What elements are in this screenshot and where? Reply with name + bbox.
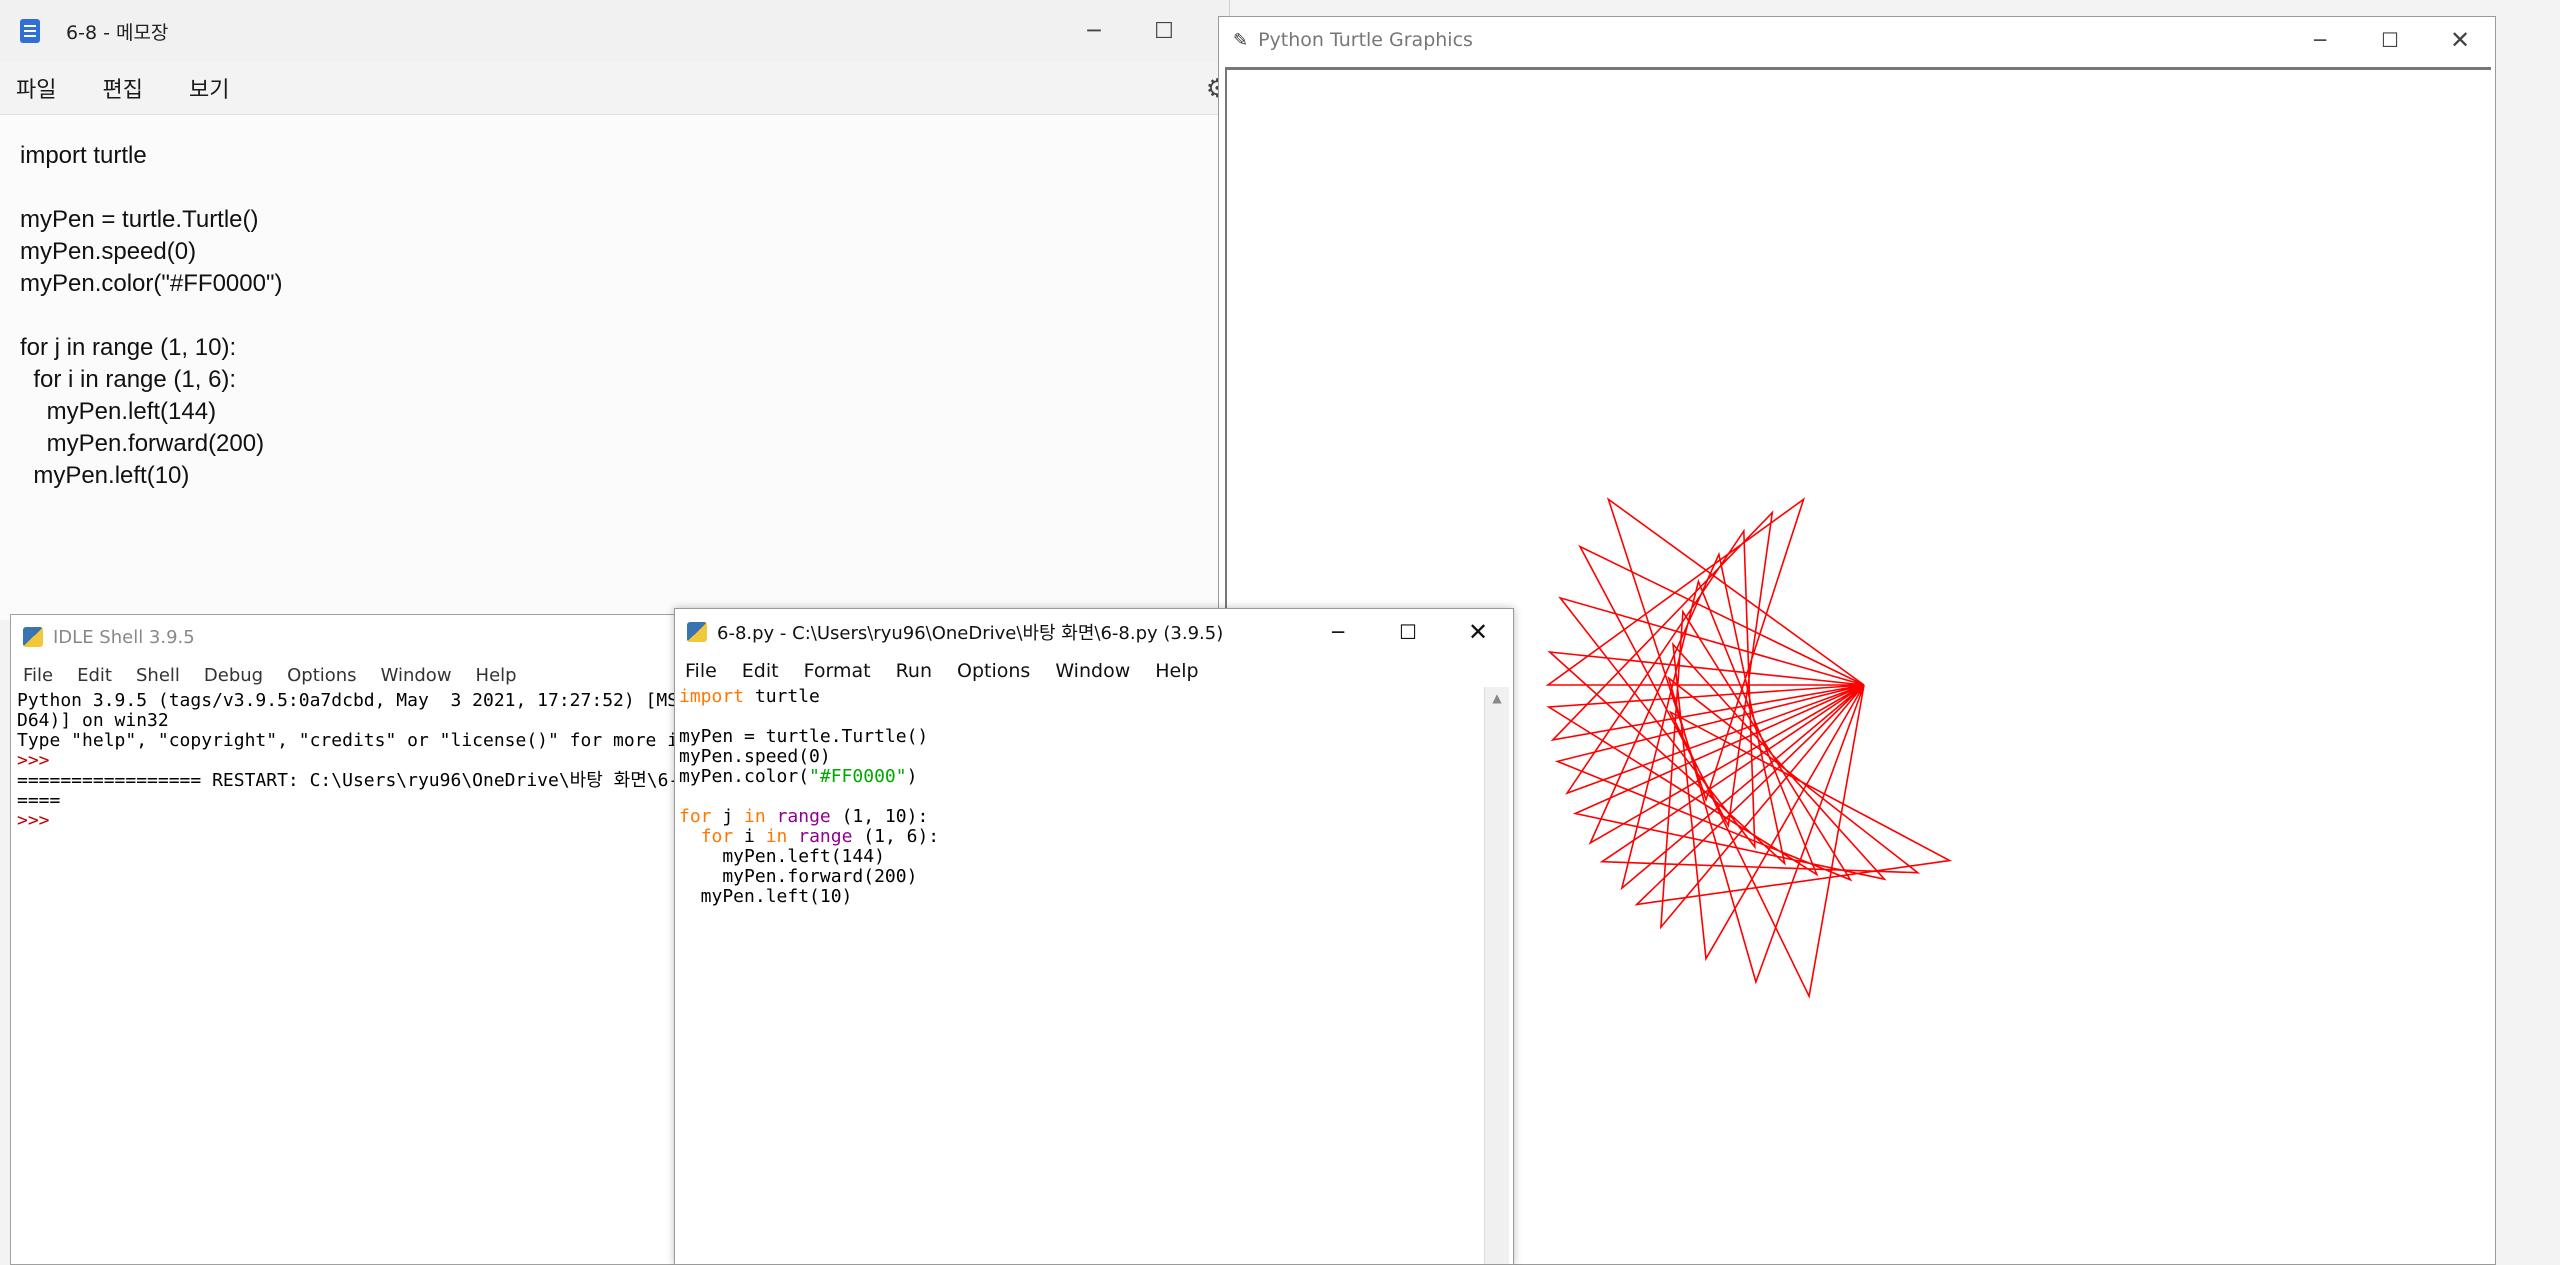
builtin: range	[798, 826, 853, 847]
code-line: for i in range (1, 6):	[20, 366, 237, 393]
shell-line: Python 3.9.5 (tags/v3.9.5:0a7dcbd, May 3…	[17, 690, 733, 711]
code-line: import turtle	[20, 142, 147, 169]
builtin: range	[776, 806, 831, 827]
keyword: in	[765, 826, 788, 847]
maximize-icon[interactable]: ☐	[2355, 17, 2425, 63]
code-line: ​	[679, 707, 939, 727]
editor-menu-file[interactable]: File	[685, 660, 717, 682]
code-line: myPen.speed(0)	[20, 238, 197, 265]
maximize-icon[interactable]: ☐	[1129, 0, 1199, 62]
notepad-title: 6-8 - 메모장	[66, 21, 169, 44]
code-line: myPen.forward(200)	[679, 866, 918, 887]
notepad-title-bar[interactable]: 6-8 - 메모장	[0, 0, 1229, 62]
maximize-icon[interactable]: ☐	[1373, 609, 1443, 655]
shell-output[interactable]: Python 3.9.5 (tags/v3.9.5:0a7dcbd, May 3…	[17, 691, 732, 831]
notepad-menu-bar: 파일 편집 보기	[0, 62, 1229, 115]
keyword: for	[700, 826, 734, 847]
code-line: myPen.forward(200)	[20, 430, 265, 457]
code-line: import turtle	[679, 686, 820, 707]
shell-line: ================= RESTART: C:\Users\ryu9…	[17, 770, 712, 791]
notepad-icon	[20, 19, 40, 43]
shell-menu-shell[interactable]: Shell	[136, 665, 180, 686]
shell-menu-options[interactable]: Options	[287, 665, 356, 686]
minimize-icon[interactable]: ─	[1303, 609, 1373, 655]
shell-menu-edit[interactable]: Edit	[77, 665, 112, 686]
code-line: for j in range (1, 10):	[20, 334, 237, 361]
keyword: import	[679, 686, 745, 707]
shell-line: ====	[17, 790, 61, 811]
code-line: myPen.speed(0)	[679, 746, 831, 767]
code-line: myPen.left(10)	[20, 462, 190, 489]
shell-title: IDLE Shell 3.9.5	[53, 626, 195, 648]
editor-menu-run[interactable]: Run	[896, 660, 932, 682]
editor-title: 6-8.py - C:\Users\ryu96\OneDrive\바탕 화면\6…	[717, 623, 1224, 644]
turtle-title: Python Turtle Graphics	[1258, 29, 1473, 51]
code-line: myPen.left(144)	[679, 846, 885, 867]
minimize-icon[interactable]: ─	[2285, 17, 2355, 63]
editor-menu-bar: File Edit Format Run Options Window Help	[675, 655, 1513, 687]
notepad-window: 6-8 - 메모장 ─ ☐ 파일 편집 보기 ⚙ import turtle ​…	[0, 0, 1230, 620]
code-line: myPen.left(144)	[20, 398, 217, 425]
shell-prompt: >>>	[17, 810, 50, 831]
python-icon	[23, 627, 43, 647]
shell-line: D64)] on win32	[17, 710, 169, 731]
shell-menu-debug[interactable]: Debug	[204, 665, 263, 686]
idle-shell-window: IDLE Shell 3.9.5 File Edit Shell Debug O…	[10, 614, 732, 1265]
shell-menu-file[interactable]: File	[23, 665, 53, 686]
shell-menu-bar: File Edit Shell Debug Options Window Hel…	[11, 659, 699, 691]
code-line: myPen.color("#FF0000")	[679, 766, 918, 787]
minimize-icon[interactable]: ─	[1059, 0, 1129, 62]
scroll-up-icon[interactable]: ▲	[1485, 691, 1509, 705]
code-line: for j in range (1, 10):	[679, 806, 929, 827]
code-line: myPen = turtle.Turtle()	[20, 206, 259, 233]
shell-line: Type "help", "copyright", "credits" or "…	[17, 730, 733, 751]
code-line: myPen = turtle.Turtle()	[679, 726, 929, 747]
code-line: ​	[20, 300, 282, 332]
keyword: in	[744, 806, 766, 827]
code-line: ​	[679, 787, 939, 807]
idle-editor-window: 6-8.py - C:\Users\ryu96\OneDrive\바탕 화면\6…	[674, 608, 1514, 1265]
notepad-text-area[interactable]: import turtle ​ myPen = turtle.Turtle() …	[20, 140, 282, 492]
editor-menu-window[interactable]: Window	[1055, 660, 1130, 682]
editor-menu-options[interactable]: Options	[957, 660, 1030, 682]
menu-edit[interactable]: 편집	[102, 72, 142, 104]
python-file-icon	[687, 622, 707, 642]
menu-view[interactable]: 보기	[189, 72, 229, 104]
close-icon[interactable]: ✕	[1443, 609, 1513, 655]
string-literal: "#FF0000"	[809, 766, 907, 787]
turtle-star-path	[1545, 497, 1953, 999]
shell-menu-help[interactable]: Help	[476, 665, 517, 686]
menu-file[interactable]: 파일	[16, 72, 56, 104]
feather-icon: ✎	[1233, 29, 1249, 51]
shell-title-bar[interactable]: IDLE Shell 3.9.5	[11, 615, 699, 659]
keyword: for	[679, 806, 712, 827]
code-line: myPen.left(10)	[679, 886, 853, 907]
code-line: for i in range (1, 6):	[700, 826, 940, 847]
close-icon[interactable]: ✕	[2425, 17, 2495, 63]
editor-menu-edit[interactable]: Edit	[742, 660, 779, 682]
code-line: myPen.color("#FF0000")	[20, 270, 283, 297]
shell-menu-window[interactable]: Window	[381, 665, 452, 686]
editor-menu-help[interactable]: Help	[1155, 660, 1198, 682]
editor-text-area[interactable]: import turtle ​ myPen = turtle.Turtle() …	[679, 687, 939, 907]
shell-prompt: >>>	[17, 750, 50, 771]
editor-menu-format[interactable]: Format	[804, 660, 871, 682]
code-line: ​	[20, 172, 282, 204]
editor-scrollbar[interactable]: ▲	[1484, 687, 1509, 1264]
